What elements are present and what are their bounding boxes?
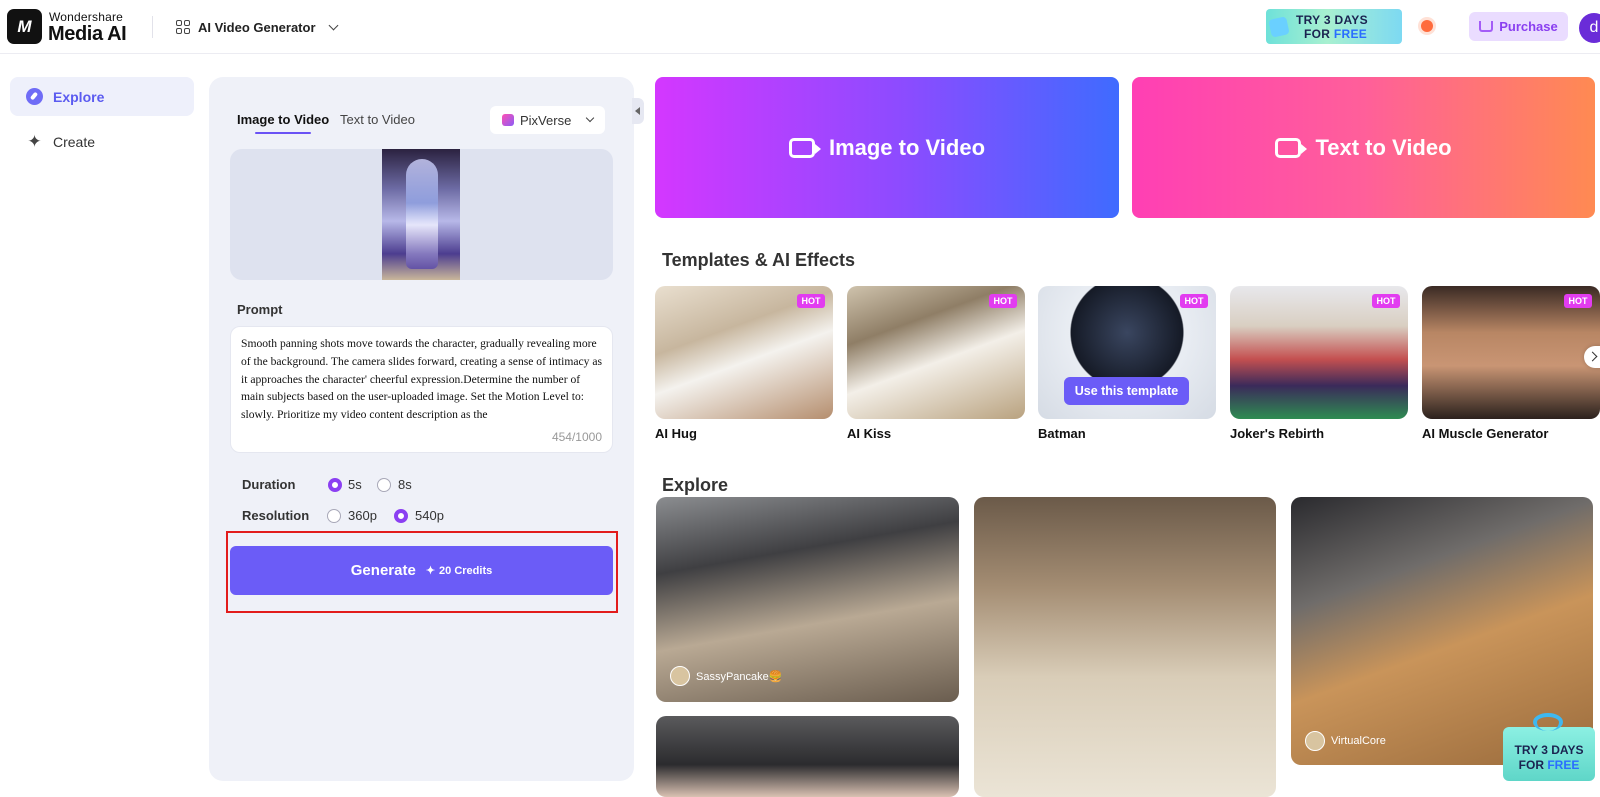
tab-text-to-video[interactable]: Text to Video xyxy=(340,112,415,127)
username: SassyPancake🍔 xyxy=(696,670,783,683)
explore-card[interactable] xyxy=(974,497,1276,797)
resolution-label: Resolution xyxy=(242,508,310,523)
floating-trial-promo[interactable]: TRY 3 DAYS FOR FREE xyxy=(1503,713,1595,781)
template-name[interactable]: AI Hug xyxy=(655,426,697,441)
gift-icon xyxy=(1268,16,1290,38)
duration-8s-label[interactable]: 8s xyxy=(398,477,412,492)
cart-icon xyxy=(1479,21,1494,32)
purchase-label: Purchase xyxy=(1499,19,1558,34)
duration-8s-radio[interactable] xyxy=(377,478,391,492)
sidebar-item-label: Explore xyxy=(53,88,105,105)
resolution-540p-label[interactable]: 540p xyxy=(415,508,444,523)
resolution-360p-radio[interactable] xyxy=(327,509,341,523)
app-switcher[interactable]: AI Video Generator xyxy=(176,16,338,38)
use-template-button[interactable]: Use this template xyxy=(1064,377,1189,405)
template-name[interactable]: AI Kiss xyxy=(847,426,891,441)
image-to-video-card[interactable]: Image to Video xyxy=(655,77,1119,218)
username: VirtualCore xyxy=(1331,735,1386,747)
resolution-540p-radio[interactable] xyxy=(394,509,408,523)
tab-image-to-video[interactable]: Image to Video xyxy=(237,112,329,127)
prompt-char-count: 454/1000 xyxy=(551,430,602,444)
hot-badge: HOT xyxy=(1372,294,1400,308)
prompt-label: Prompt xyxy=(237,302,283,317)
app-switcher-label: AI Video Generator xyxy=(198,19,316,35)
user-avatar-small xyxy=(670,666,690,686)
pixverse-icon xyxy=(502,114,514,126)
uploaded-image-thumbnail[interactable] xyxy=(382,149,460,280)
template-name[interactable]: Joker's Rebirth xyxy=(1230,426,1324,441)
carousel-next-button[interactable] xyxy=(1584,346,1600,368)
explore-title: Explore xyxy=(662,475,729,495)
duration-5s-radio[interactable] xyxy=(328,478,342,492)
credits-sparkle-icon: ✦ xyxy=(425,565,436,577)
text-video-icon xyxy=(1275,137,1308,158)
sparkle-icon: ✦ xyxy=(27,131,42,151)
model-select[interactable]: PixVerse xyxy=(490,106,605,134)
brand-line2: Media AI xyxy=(48,23,127,45)
template-name[interactable]: Batman xyxy=(1038,426,1086,441)
sidebar-item-explore[interactable]: Explore xyxy=(10,77,194,116)
sidebar-item-label: Create xyxy=(53,133,96,150)
text-to-video-label: Text to Video xyxy=(1315,134,1452,160)
brand-line1: Wondershare xyxy=(49,10,124,24)
float-promo-line2: FOR FREE xyxy=(1518,758,1580,772)
gift-bow-icon xyxy=(1533,713,1563,731)
generate-button[interactable]: Generate ✦ 20 Credits xyxy=(230,546,613,595)
chevron-down-icon xyxy=(328,20,338,30)
float-promo-line1: TRY 3 DAYS xyxy=(1514,743,1584,757)
chevron-down-icon xyxy=(586,113,595,123)
resolution-360p-label[interactable]: 360p xyxy=(348,508,377,523)
free-trial-banner[interactable]: TRY 3 DAYS FOR FREE xyxy=(1266,9,1402,44)
image-video-icon xyxy=(788,137,821,158)
template-name[interactable]: AI Muscle Generator xyxy=(1422,426,1548,441)
text-to-video-card[interactable]: Text to Video xyxy=(1132,77,1595,218)
compass-icon xyxy=(26,88,43,105)
credits-badge: ✦ 20 Credits xyxy=(425,564,493,578)
purchase-button[interactable]: Purchase xyxy=(1469,12,1568,41)
notification-icon[interactable] xyxy=(1421,20,1433,32)
prompt-text[interactable]: Smooth panning shots move towards the ch… xyxy=(241,335,603,421)
explore-card-user[interactable]: SassyPancake🍔 xyxy=(670,666,782,686)
explore-card-user[interactable]: VirtualCore xyxy=(1305,731,1386,751)
templates-title: Templates & AI Effects xyxy=(662,250,856,270)
promo-line2: FOR FREE xyxy=(1304,27,1368,41)
explore-card[interactable] xyxy=(656,716,959,797)
collapse-panel-button[interactable] xyxy=(632,98,644,124)
sidebar-item-create[interactable]: ✦ Create xyxy=(10,122,194,161)
media-ai-logo[interactable]: M xyxy=(7,9,42,44)
promo-line1: TRY 3 DAYS xyxy=(1296,13,1368,27)
character-figure xyxy=(406,159,438,269)
active-tab-indicator xyxy=(255,132,311,134)
hot-badge: HOT xyxy=(989,294,1017,308)
duration-label: Duration xyxy=(242,477,296,492)
generate-label: Generate xyxy=(350,562,416,579)
hot-badge: HOT xyxy=(1564,294,1592,308)
hot-badge: HOT xyxy=(797,294,825,308)
hot-badge: HOT xyxy=(1180,294,1208,308)
user-avatar-small xyxy=(1305,731,1325,751)
model-select-value: PixVerse xyxy=(520,112,572,128)
header-divider xyxy=(152,16,153,38)
duration-5s-label[interactable]: 5s xyxy=(348,477,362,492)
image-to-video-label: Image to Video xyxy=(828,134,986,160)
apps-grid-icon xyxy=(176,20,190,34)
